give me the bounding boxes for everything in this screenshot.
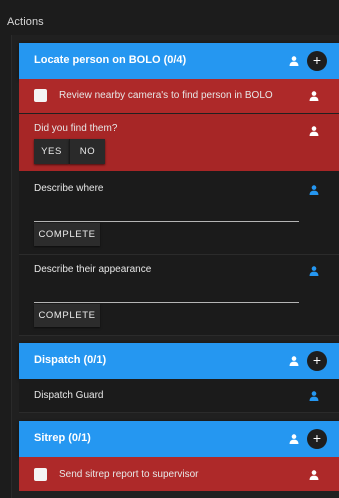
- action-item-describe-appearance: Describe their appearance COMPLETE: [19, 255, 339, 336]
- add-action-button[interactable]: +: [307, 351, 327, 371]
- assignment-label: Dispatch Guard: [34, 390, 104, 401]
- yes-button[interactable]: YES: [34, 139, 69, 164]
- action-item-found-question: Did you find them? YES NO: [19, 114, 339, 171]
- describe-appearance-input[interactable]: [34, 282, 299, 302]
- input-underline: [34, 221, 299, 222]
- section-header-locate-person[interactable]: Locate person on BOLO (0/4) +: [19, 43, 339, 79]
- person-icon[interactable]: [309, 391, 319, 401]
- person-icon[interactable]: [309, 91, 319, 101]
- describe-where-input[interactable]: [34, 201, 299, 221]
- field-label: Describe where: [34, 183, 104, 194]
- section-title: Dispatch (0/1): [34, 354, 107, 366]
- action-item-send-sitrep: Send sitrep report to supervisor: [19, 457, 339, 491]
- add-action-button[interactable]: +: [307, 51, 327, 71]
- no-button[interactable]: NO: [69, 139, 105, 164]
- person-icon[interactable]: [309, 470, 319, 480]
- action-checkbox[interactable]: [34, 89, 47, 102]
- question-label: Did you find them?: [34, 123, 118, 134]
- section-title: Locate person on BOLO (0/4): [34, 54, 187, 66]
- person-icon[interactable]: [289, 434, 299, 444]
- person-icon[interactable]: [289, 56, 299, 66]
- add-action-button[interactable]: +: [307, 429, 327, 449]
- person-icon[interactable]: [289, 356, 299, 366]
- panel-title: Actions: [7, 16, 44, 28]
- action-label: Send sitrep report to supervisor: [59, 469, 199, 480]
- action-checkbox[interactable]: [34, 468, 47, 481]
- field-label: Describe their appearance: [34, 264, 152, 275]
- section-header-dispatch[interactable]: Dispatch (0/1) +: [19, 343, 339, 379]
- input-underline: [34, 302, 299, 303]
- section-title: Sitrep (0/1): [34, 432, 91, 444]
- action-item-describe-where: Describe where COMPLETE: [19, 171, 339, 255]
- complete-button[interactable]: COMPLETE: [34, 223, 100, 246]
- action-label: Review nearby camera's to find person in…: [59, 90, 273, 101]
- action-item-dispatch-guard: Dispatch Guard: [19, 379, 339, 413]
- person-icon[interactable]: [309, 266, 319, 276]
- person-icon[interactable]: [309, 126, 319, 136]
- complete-button[interactable]: COMPLETE: [34, 304, 100, 327]
- person-icon[interactable]: [309, 185, 319, 195]
- action-item-review-cameras: Review nearby camera's to find person in…: [19, 79, 339, 113]
- section-header-sitrep[interactable]: Sitrep (0/1) +: [19, 421, 339, 457]
